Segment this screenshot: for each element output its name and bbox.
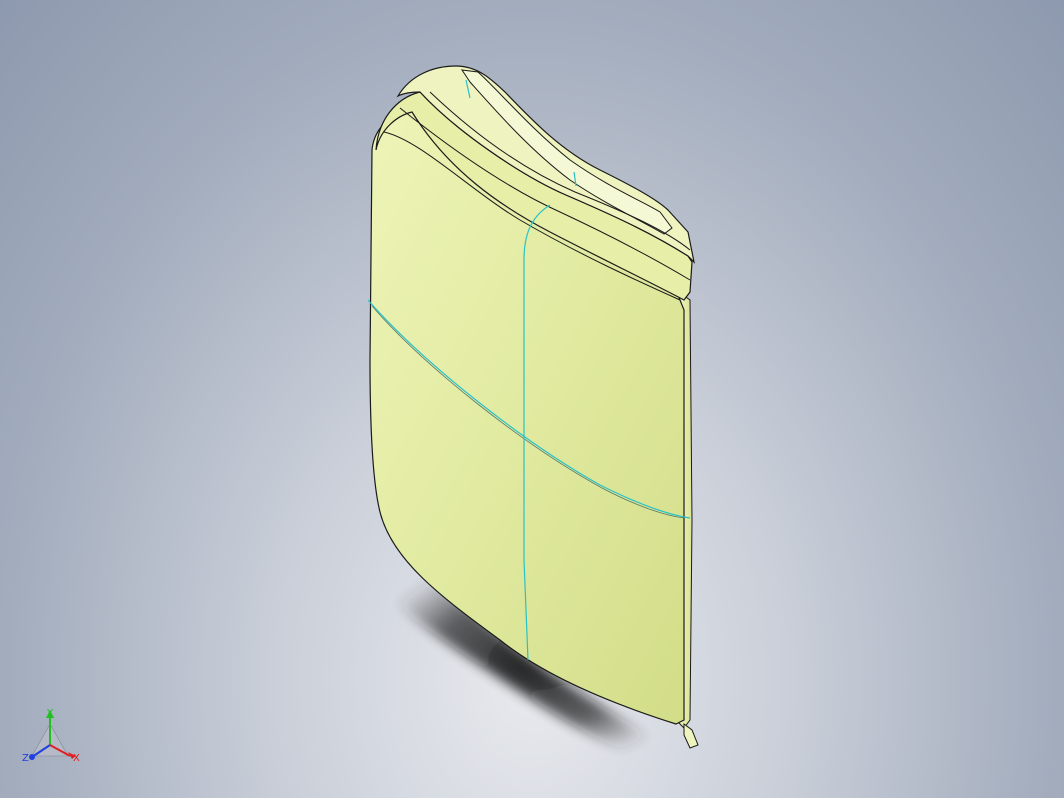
cad-part-model[interactable] <box>367 65 699 749</box>
triad-z-ball-icon <box>29 754 35 760</box>
triad-y-label: Y <box>46 708 54 719</box>
cad-3d-viewport[interactable]: Y X Z <box>0 0 1064 798</box>
triad-z-label: Z <box>22 753 29 764</box>
triad-x-label: X <box>73 753 80 764</box>
coordinate-triad[interactable]: Y X Z <box>22 708 80 764</box>
part-bottom-tab[interactable] <box>683 723 699 749</box>
